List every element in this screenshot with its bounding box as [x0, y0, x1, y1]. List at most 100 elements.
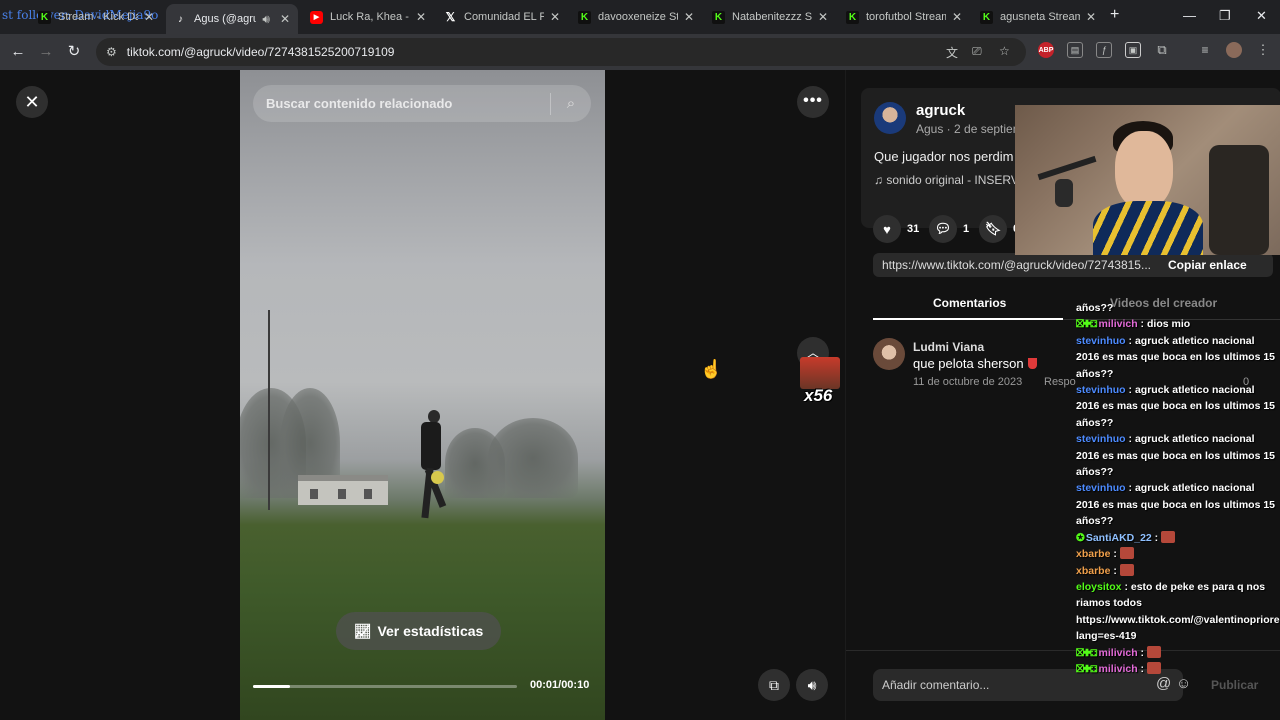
kick-icon: K — [980, 10, 993, 24]
close-tab-icon[interactable]: ✕ — [952, 10, 962, 24]
chat-message: ⛝✚⚃ milivich : — [1072, 645, 1280, 661]
chart-icon: 📈︎ — [353, 622, 372, 639]
streamer-webcam-overlay — [1015, 105, 1280, 255]
chat-username[interactable]: stevinhuo — [1076, 482, 1126, 494]
tab-tiktok-agus[interactable]: ♪ Agus (@agruc 🔊︎ ✕ — [166, 4, 298, 34]
avatar[interactable] — [874, 102, 906, 134]
comment-text: que pelota sherson — [913, 356, 1037, 371]
chat-username[interactable]: stevinhuo — [1076, 384, 1126, 396]
tiktok-icon: ♪ — [178, 13, 183, 25]
close-tab-icon[interactable]: ✕ — [550, 10, 560, 24]
chat-message: xbarbe : — [1072, 563, 1280, 579]
restore-button[interactable]: ❐ — [1219, 8, 1231, 24]
tab-kick-davooxeneize[interactable]: K davooxeneize Stre ✕ — [570, 4, 702, 30]
comment-count: 1 — [963, 223, 970, 235]
tab-kick-agusneta[interactable]: K agusneta Stream ✕ — [972, 4, 1104, 30]
tab-x-community[interactable]: 𝕏 Comunidad EL PL ✕ — [436, 4, 568, 30]
search-placeholder: Buscar contenido relacionado — [266, 96, 453, 111]
extension-icon[interactable]: ƒ — [1096, 42, 1112, 58]
music-note-icon: ♫ — [874, 173, 887, 187]
close-tab-icon[interactable]: ✕ — [416, 10, 426, 24]
chat-username[interactable]: xbarbe — [1076, 565, 1110, 577]
volume-button[interactable]: 🔊︎ — [796, 669, 828, 701]
chat-badges-icon: ⛝✚⚃ — [1076, 318, 1098, 331]
related-search-input[interactable]: Buscar contenido relacionado ⌕ — [253, 85, 591, 122]
more-options-button[interactable]: ••• — [797, 86, 829, 118]
close-tab-icon[interactable]: ✕ — [144, 10, 154, 24]
comment-username[interactable]: Ludmi Viana — [913, 340, 984, 354]
avatar[interactable] — [873, 338, 905, 370]
media-control-icon[interactable]: ≡ — [1197, 42, 1213, 58]
video-progress-bar[interactable] — [253, 685, 517, 688]
like-button[interactable]: ♥ 31 — [873, 215, 919, 243]
emote-combo-count: x56 — [804, 386, 833, 405]
close-tab-icon[interactable]: ✕ — [684, 10, 694, 24]
tab-label: Natabenitezzz Str — [732, 11, 812, 23]
post-music[interactable]: ♫ sonido original - INSERV — [874, 173, 1019, 187]
browser-toolbar: ← → ↻ ⚙ tiktok.com/@agruck/video/7274381… — [0, 34, 1280, 70]
puzzle-icon[interactable]: ⧉ — [1154, 42, 1170, 58]
view-stats-label: Ver estadísticas — [377, 623, 484, 639]
video-progress-fill — [253, 685, 290, 688]
chat-username[interactable]: milivich — [1099, 663, 1138, 675]
new-tab-button[interactable]: + — [1110, 6, 1119, 24]
reload-button[interactable]: ↻ — [64, 42, 84, 62]
cast-icon[interactable]: ⎚ — [972, 44, 982, 59]
minimize-button[interactable]: — — [1183, 8, 1196, 23]
copy-link-button[interactable]: Copiar enlace — [1168, 258, 1247, 272]
extension-icon[interactable]: ▤ — [1067, 42, 1083, 58]
share-link-url[interactable]: https://www.tiktok.com/@agruck/video/727… — [882, 258, 1150, 272]
chat-username[interactable]: eloysitox — [1076, 581, 1122, 593]
speaker-icon[interactable]: 🔊︎ — [262, 12, 270, 27]
tab-label: davooxeneize Stre — [598, 11, 678, 23]
tab-kick-natabenitezzz[interactable]: K Natabenitezzz Str ✕ — [704, 4, 836, 30]
search-icon[interactable]: ⌕ — [551, 95, 591, 112]
chat-emote-icon — [1146, 661, 1161, 674]
chat-text: años?? — [1076, 302, 1114, 314]
bookmark-icon: 🔖︎ — [979, 215, 1007, 243]
mini-player-button[interactable]: ⧉ — [758, 669, 790, 701]
extension-icon[interactable]: ▣ — [1125, 42, 1141, 58]
tab-youtube[interactable]: ▶ Luck Ra, Khea - H ✕ — [302, 4, 434, 30]
chat-username[interactable]: milivich — [1099, 647, 1138, 659]
chat-text: dios mio — [1146, 318, 1191, 331]
close-tab-icon[interactable]: ✕ — [1086, 10, 1096, 24]
close-tab-icon[interactable]: ✕ — [818, 10, 828, 24]
tab-comments[interactable]: Comentarios — [933, 296, 1006, 310]
chat-badges-icon: ✪ — [1076, 531, 1085, 544]
video-player-figure — [403, 410, 447, 520]
post-username[interactable]: agruck — [916, 102, 965, 119]
kick-icon: K — [38, 10, 51, 24]
view-stats-button[interactable]: 📈︎ Ver estadísticas — [336, 612, 501, 650]
chat-username[interactable]: stevinhuo — [1076, 335, 1126, 347]
hand-cursor-icon: ☝ — [700, 359, 723, 379]
profile-avatar[interactable] — [1226, 42, 1242, 58]
close-icon[interactable]: ✕ — [16, 86, 48, 118]
tab-label: agusneta Stream — [1000, 11, 1080, 23]
share-link-box: https://www.tiktok.com/@agruck/video/727… — [873, 253, 1273, 277]
adblock-icon[interactable]: ABP — [1038, 42, 1054, 58]
site-info-icon[interactable]: ⚙ — [106, 45, 117, 59]
close-tab-icon[interactable]: ✕ — [280, 12, 290, 26]
chat-username[interactable]: milivich — [1099, 318, 1138, 330]
chat-username[interactable]: xbarbe — [1076, 548, 1110, 560]
back-button[interactable]: ← — [8, 42, 28, 62]
comments-button[interactable]: 💬︎ 1 — [929, 215, 969, 243]
tab-kick-torofutbol[interactable]: K torofutbol Stream ✕ — [838, 4, 970, 30]
comment-date: 11 de octubre de 2023 — [913, 376, 1023, 388]
chat-username[interactable]: stevinhuo — [1076, 433, 1126, 445]
video-scenery — [488, 418, 578, 498]
tab-kick-stream[interactable]: K Stream - Kick Da ✕ — [30, 4, 162, 30]
chat-username[interactable]: SantiAKD_22 — [1086, 532, 1152, 544]
close-window-button[interactable]: ✕ — [1256, 8, 1267, 24]
like-count: 31 — [907, 223, 920, 235]
translate-icon[interactable]: 文 — [946, 44, 958, 61]
save-button[interactable]: 🔖︎ 0 — [979, 215, 1019, 243]
forward-button[interactable]: → — [36, 42, 56, 62]
bookmark-star-icon[interactable]: ☆ — [999, 44, 1010, 58]
address-bar[interactable]: ⚙ tiktok.com/@agruck/video/7274381525200… — [96, 38, 1026, 66]
kebab-menu-icon[interactable]: ⋮ — [1255, 42, 1271, 58]
comment-icon: 💬︎ — [929, 215, 957, 243]
chat-message: ✪ SantiAKD_22 : — [1072, 530, 1280, 546]
address-url: tiktok.com/@agruck/video/727438152520071… — [126, 45, 395, 59]
